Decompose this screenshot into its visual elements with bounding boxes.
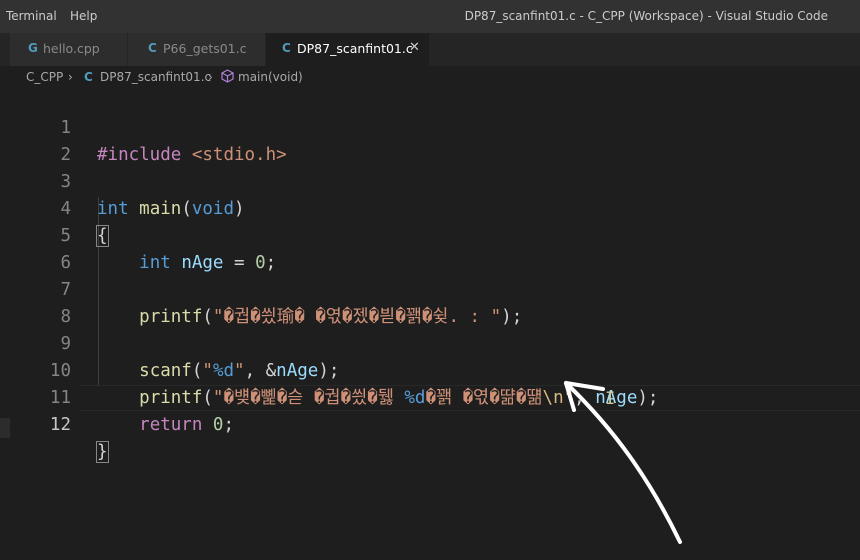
annotation-arrow [564,381,682,544]
